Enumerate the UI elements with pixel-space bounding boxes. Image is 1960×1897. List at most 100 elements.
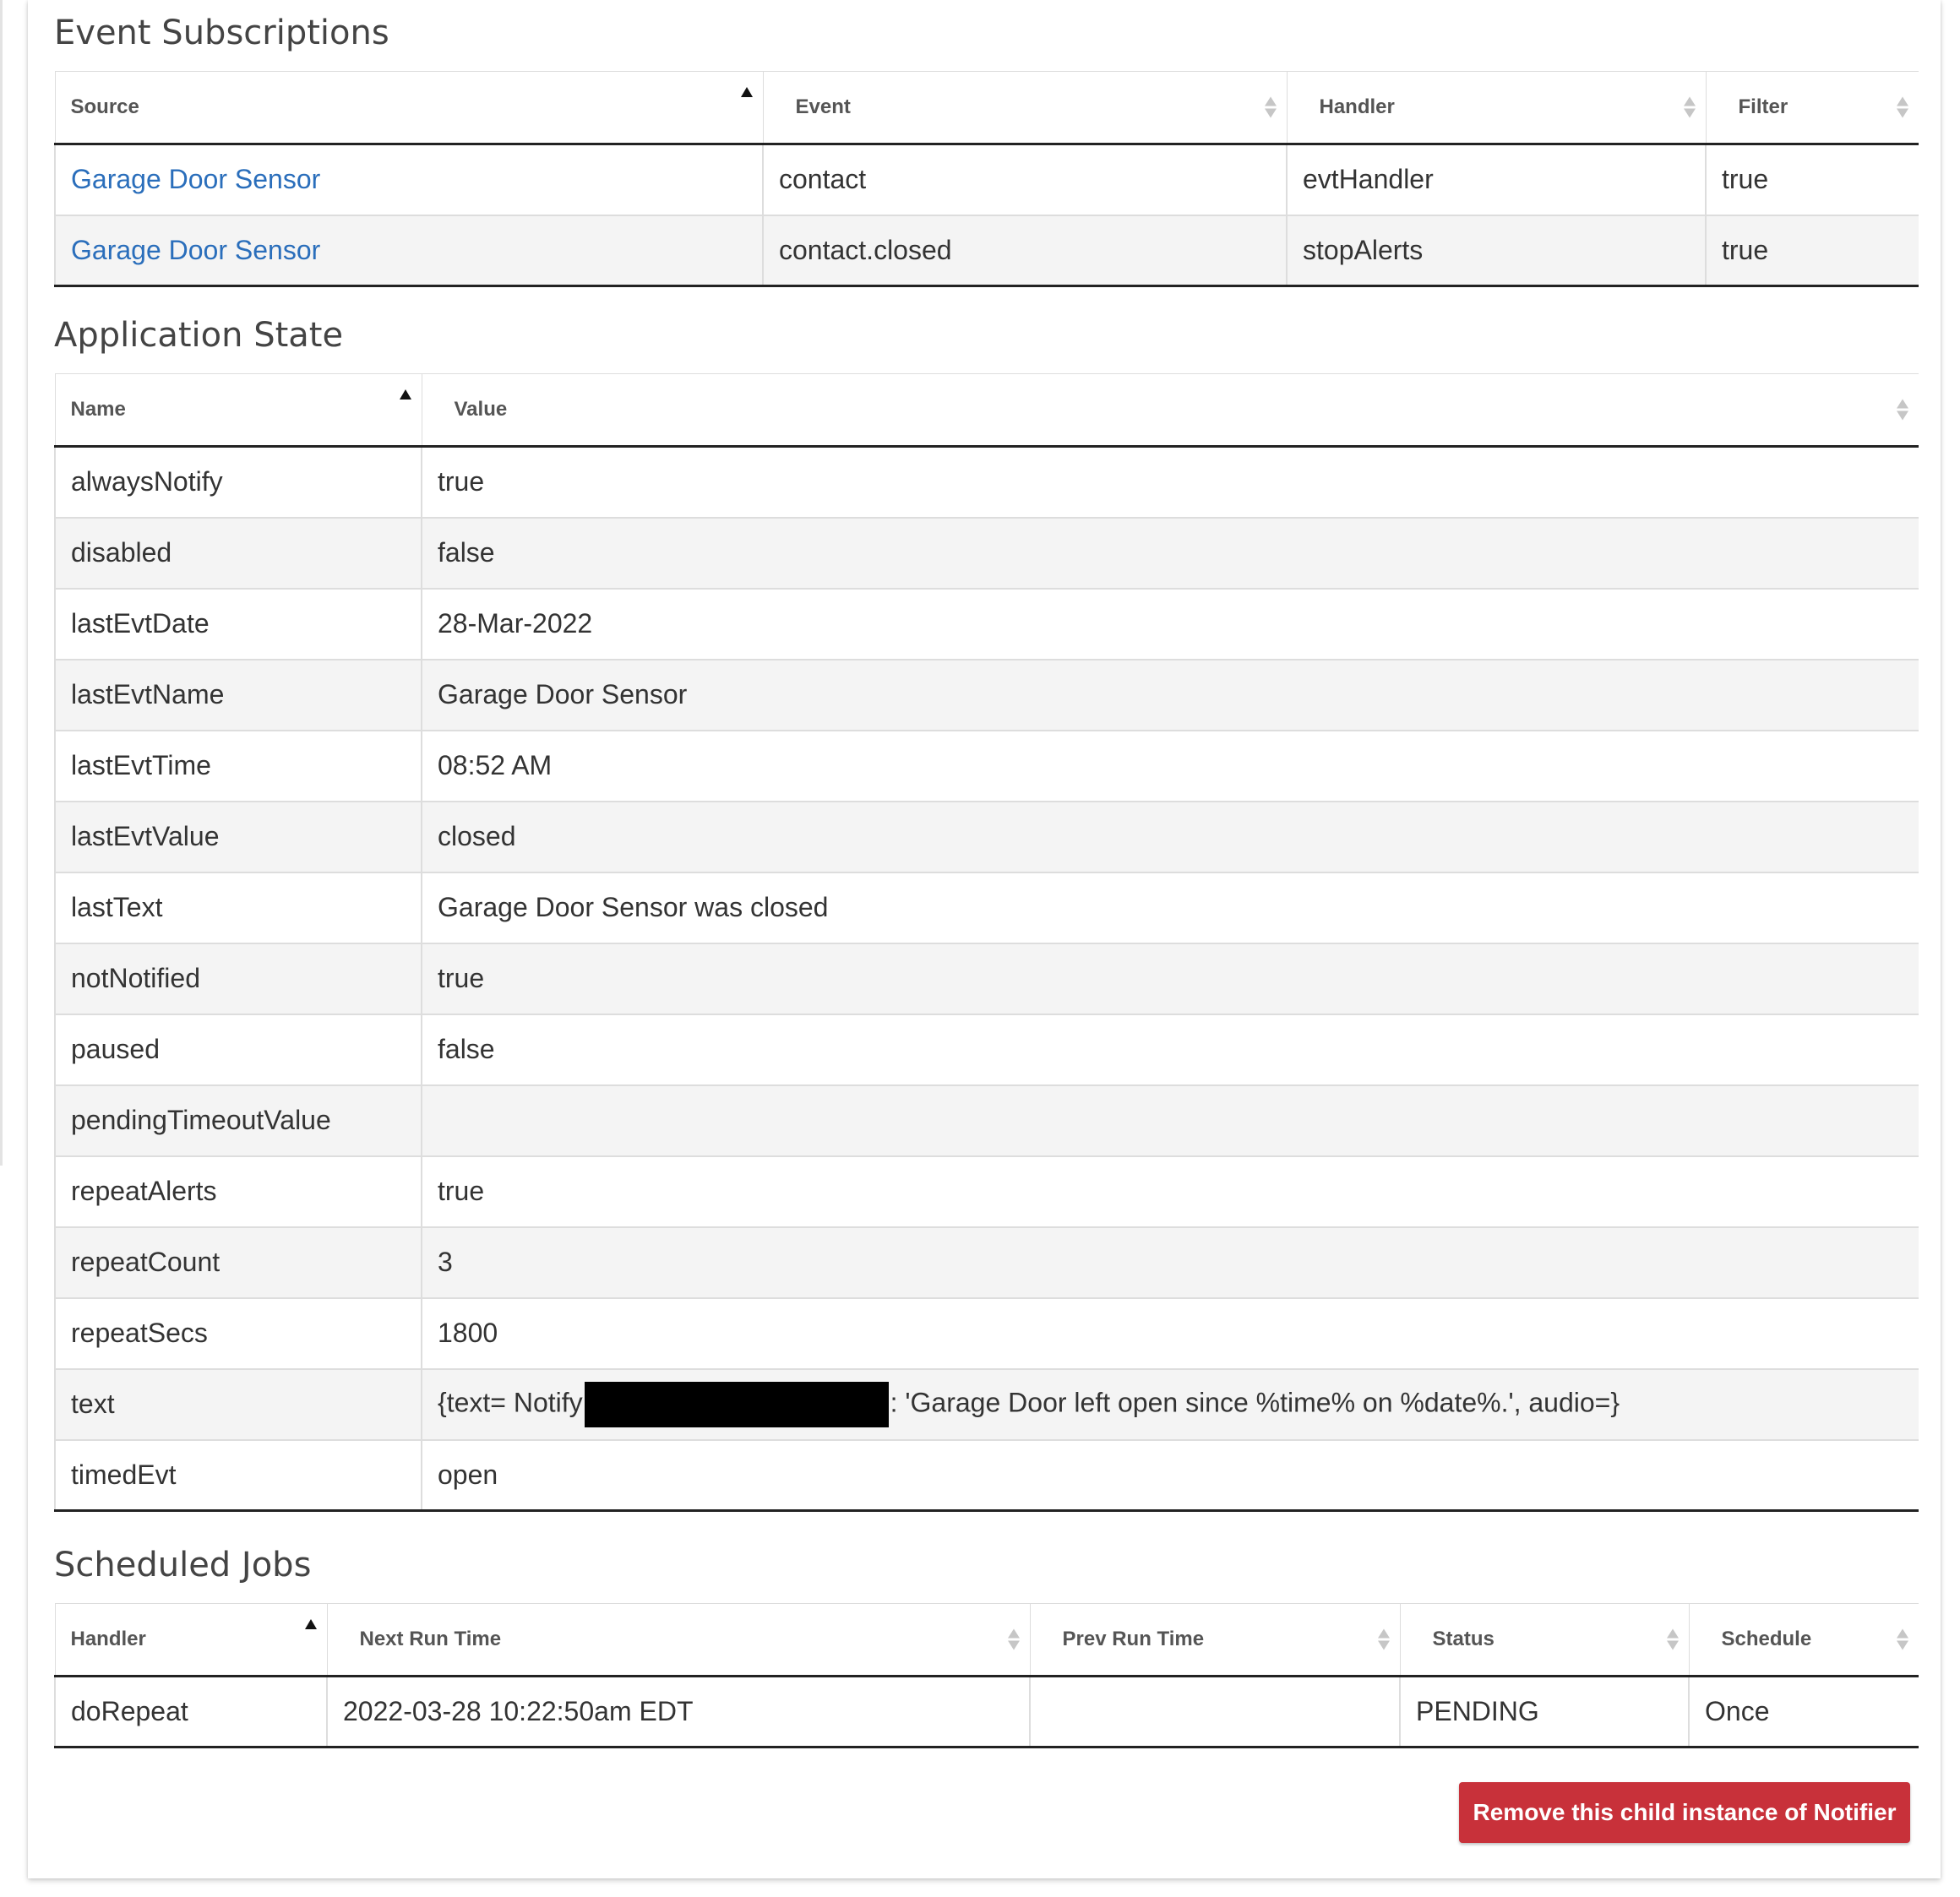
table-row: doRepeat 2022-03-28 10:22:50am EDT PENDI… xyxy=(54,1676,1919,1748)
column-header-event[interactable]: Event xyxy=(763,71,1288,145)
schedule-cell: Once xyxy=(1689,1676,1919,1748)
state-name-cell: disabled xyxy=(54,517,422,590)
state-name-cell: repeatSecs xyxy=(54,1297,422,1370)
column-header-handler[interactable]: Handler xyxy=(54,1603,328,1677)
table-row: repeatCount 3 xyxy=(54,1226,1919,1299)
status-cell: PENDING xyxy=(1400,1676,1690,1748)
table-header-row: Handler Next Run Time Prev Run Time Stat… xyxy=(54,1603,1919,1677)
column-header-name[interactable]: Name xyxy=(54,373,422,448)
column-header-label: Handler xyxy=(70,1628,146,1650)
prev-run-time-cell xyxy=(1030,1676,1401,1748)
table-row: lastEvtDate 28-Mar-2022 xyxy=(54,588,1919,660)
column-header-label: Handler xyxy=(1319,95,1395,118)
state-name-cell: alwaysNotify xyxy=(54,446,422,519)
column-header-label: Value xyxy=(454,398,508,421)
sort-ascending-icon xyxy=(740,87,753,100)
state-value-cell: true xyxy=(422,1155,1919,1228)
state-name-cell: repeatCount xyxy=(54,1226,422,1299)
table-row: disabled false xyxy=(54,517,1919,590)
redacted-block xyxy=(584,1381,889,1427)
state-value-cell: Garage Door Sensor xyxy=(422,659,1919,731)
state-name-cell: timedEvt xyxy=(54,1439,422,1512)
state-value-cell: {text= Notify: 'Garage Door left open si… xyxy=(422,1368,1919,1441)
sort-ascending-icon xyxy=(399,389,411,402)
table-row: timedEvt open xyxy=(54,1439,1919,1512)
column-header-value[interactable]: Value xyxy=(422,373,1919,448)
sort-icon xyxy=(1897,399,1908,421)
device-link[interactable]: Garage Door Sensor xyxy=(71,235,320,265)
value-suffix: : 'Garage Door left open since %time% on… xyxy=(890,1386,1620,1417)
handler-cell: evtHandler xyxy=(1287,144,1707,216)
column-header-label: Source xyxy=(70,95,139,118)
sidebar-edge xyxy=(0,0,3,1166)
column-header-label: Next Run Time xyxy=(359,1628,502,1650)
column-header-label: Event xyxy=(795,95,851,118)
job-handler-cell: doRepeat xyxy=(54,1676,328,1748)
filter-cell: true xyxy=(1706,215,1919,287)
event-cell: contact.closed xyxy=(763,215,1288,287)
sort-icon xyxy=(1897,1628,1908,1650)
column-header-label: Schedule xyxy=(1721,1628,1812,1650)
table-row: Garage Door Sensor contact evtHandler tr… xyxy=(54,144,1919,216)
table-row: lastEvtTime 08:52 AM xyxy=(54,730,1919,802)
state-name-cell: paused xyxy=(54,1014,422,1086)
column-header-handler[interactable]: Handler xyxy=(1287,71,1707,145)
sort-icon xyxy=(1897,96,1908,118)
state-value-cell: open xyxy=(422,1439,1919,1512)
state-value-cell: 3 xyxy=(422,1226,1919,1299)
table-row: pendingTimeoutValue xyxy=(54,1084,1919,1157)
application-state-table: Name Value alwaysNotify true disabled fals… xyxy=(54,373,1919,1512)
handler-cell: stopAlerts xyxy=(1287,215,1707,287)
column-header-filter[interactable]: Filter xyxy=(1706,71,1919,145)
state-name-cell: pendingTimeoutValue xyxy=(54,1084,422,1157)
sort-icon xyxy=(1683,96,1696,118)
scheduled-jobs-table: Handler Next Run Time Prev Run Time Stat… xyxy=(54,1603,1919,1748)
table-row: notNotified true xyxy=(54,943,1919,1015)
state-value-cell: true xyxy=(422,943,1919,1015)
source-cell: Garage Door Sensor xyxy=(54,215,764,287)
table-row: text {text= Notify: 'Garage Door left op… xyxy=(54,1368,1919,1441)
column-header-source[interactable]: Source xyxy=(54,71,764,145)
state-name-cell: notNotified xyxy=(54,943,422,1015)
column-header-label: Name xyxy=(70,398,126,421)
state-value-cell: closed xyxy=(422,801,1919,873)
state-value-cell: 08:52 AM xyxy=(422,730,1919,802)
state-value-cell: true xyxy=(422,446,1919,519)
column-header-next-run-time[interactable]: Next Run Time xyxy=(327,1603,1031,1677)
state-name-cell: lastText xyxy=(54,872,422,944)
device-link[interactable]: Garage Door Sensor xyxy=(71,164,320,194)
table-row: repeatAlerts true xyxy=(54,1155,1919,1228)
column-header-schedule[interactable]: Schedule xyxy=(1689,1603,1919,1677)
table-row: repeatSecs 1800 xyxy=(54,1297,1919,1370)
sort-icon xyxy=(1007,1628,1020,1650)
state-name-cell: text xyxy=(54,1368,422,1441)
column-header-label: Prev Run Time xyxy=(1062,1628,1205,1650)
column-header-label: Filter xyxy=(1738,95,1788,118)
table-row: alwaysNotify true xyxy=(54,446,1919,519)
column-header-status[interactable]: Status xyxy=(1400,1603,1690,1677)
state-name-cell: lastEvtTime xyxy=(54,730,422,802)
state-name-cell: lastEvtValue xyxy=(54,801,422,873)
sort-icon xyxy=(1377,1628,1390,1650)
table-row: paused false xyxy=(54,1014,1919,1086)
sort-icon xyxy=(1264,96,1277,118)
state-value-cell xyxy=(422,1084,1919,1157)
table-row: Garage Door Sensor contact.closed stopAl… xyxy=(54,215,1919,287)
column-header-label: Status xyxy=(1432,1628,1494,1650)
table-row: lastEvtValue closed xyxy=(54,801,1919,873)
app-page: Event Subscriptions Source Event Handler xyxy=(0,0,1960,1897)
state-value-cell: 1800 xyxy=(422,1297,1919,1370)
table-row: lastText Garage Door Sensor was closed xyxy=(54,872,1919,944)
state-value-cell: false xyxy=(422,517,1919,590)
state-name-cell: repeatAlerts xyxy=(54,1155,422,1228)
sort-icon xyxy=(1666,1628,1679,1650)
table-header-row: Source Event Handler Filter xyxy=(54,71,1919,145)
state-name-cell: lastEvtName xyxy=(54,659,422,731)
next-run-time-cell: 2022-03-28 10:22:50am EDT xyxy=(327,1676,1031,1748)
remove-child-instance-button[interactable]: Remove this child instance of Notifier xyxy=(1459,1782,1910,1843)
state-value-cell: 28-Mar-2022 xyxy=(422,588,1919,660)
scheduled-jobs-title: Scheduled Jobs xyxy=(54,1546,312,1584)
sort-ascending-icon xyxy=(304,1619,317,1632)
column-header-prev-run-time[interactable]: Prev Run Time xyxy=(1030,1603,1401,1677)
state-name-cell: lastEvtDate xyxy=(54,588,422,660)
